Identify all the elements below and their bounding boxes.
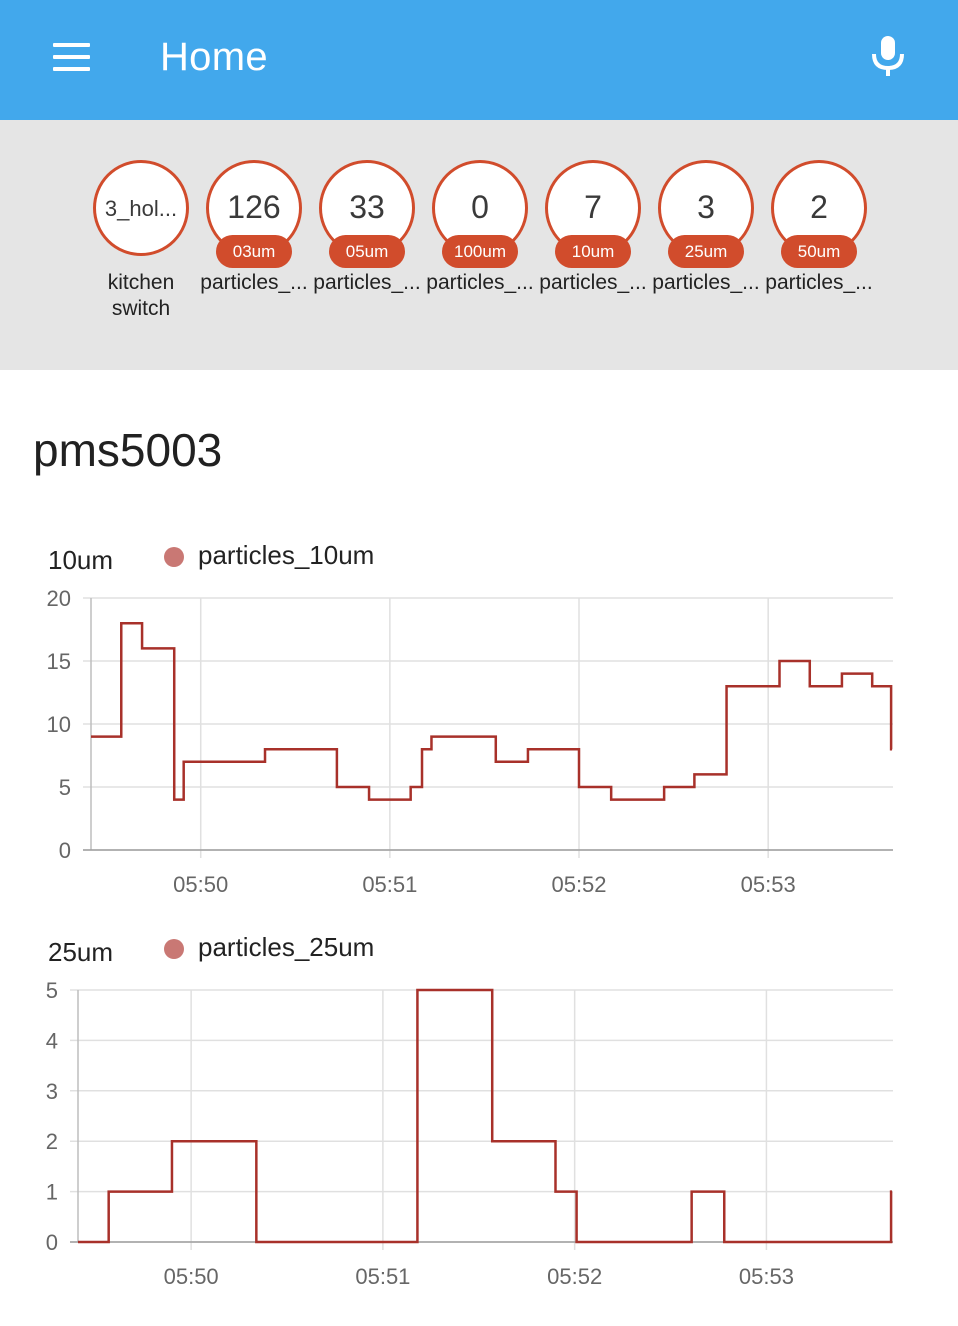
badge-value: 33	[349, 189, 385, 225]
badge-label: particles_...	[765, 271, 873, 294]
x-tick-label: 05:50	[173, 872, 228, 897]
badge-unit: 10um	[555, 235, 631, 268]
badge-unit: 03um	[216, 235, 292, 268]
badge-particles-50um[interactable]: 2 50um particles_...	[764, 160, 874, 296]
badge-value: 2	[810, 189, 828, 225]
page-title: Home	[160, 35, 268, 79]
badge-circle: 2 50um	[771, 160, 867, 268]
badge-label: particles_...	[652, 271, 760, 294]
badge-label: particles_...	[539, 271, 647, 294]
y-tick-label: 4	[46, 1028, 58, 1053]
badge-value: 7	[584, 189, 602, 225]
series-line	[78, 988, 893, 1244]
badge-particles-05um[interactable]: 33 05um particles_...	[312, 160, 422, 296]
y-tick-label: 3	[46, 1079, 58, 1104]
badge-particles-10um[interactable]: 7 10um particles_...	[538, 160, 648, 296]
badge-particles-100um[interactable]: 0 100um particles_...	[425, 160, 535, 296]
badges-bar: 3_hol... kitchen switch 126 03um particl…	[0, 120, 958, 370]
badge-label: particles_...	[426, 271, 534, 294]
y-tick-label: 5	[46, 978, 58, 1003]
badge-value: 3_hol...	[104, 196, 178, 221]
badge-circle: 3 25um	[658, 160, 754, 268]
series-line	[91, 621, 893, 801]
badge-label: particles_...	[200, 271, 308, 294]
x-tick-label: 05:52	[547, 1264, 602, 1289]
badge-particles-25um[interactable]: 3 25um particles_...	[651, 160, 761, 296]
x-tick-label: 05:50	[164, 1264, 219, 1289]
hamburger-menu-icon[interactable]	[42, 33, 102, 83]
card-title: pms5003	[33, 424, 223, 476]
badge-circle: 7 10um	[545, 160, 641, 268]
microphone-icon[interactable]	[858, 26, 918, 86]
x-tick-label: 05:53	[741, 872, 796, 897]
y-tick-label: 10	[47, 712, 71, 737]
badge-value: 0	[471, 189, 489, 225]
y-tick-label: 0	[59, 838, 71, 863]
x-tick-label: 05:52	[551, 872, 606, 897]
badge-label-text: kitchen switch	[107, 271, 175, 320]
history-card: pms5003 10um particles_10um 0 5 10 15 20 05:5…	[0, 370, 958, 1326]
badge-circle: 3_hol...	[93, 160, 189, 256]
badge-kitchen-switch[interactable]: 3_hol... kitchen switch	[86, 160, 196, 322]
badge-value: 126	[227, 189, 281, 225]
y-tick-label: 15	[47, 649, 71, 674]
x-tick-label: 05:51	[355, 1264, 410, 1289]
chart-particles-10um: 10um particles_10um 0 5 10 15 20 05:50 05:51 05…	[0, 520, 958, 900]
x-tick-label: 05:51	[362, 872, 417, 897]
badge-circle: 33 05um	[319, 160, 415, 268]
y-tick-label: 20	[47, 586, 71, 611]
badge-particles-03um[interactable]: 126 03um particles_...	[199, 160, 309, 296]
chart-plot: 0 5 10 15 20 05:50 05:51 05:52 05:53	[47, 586, 893, 897]
badge-unit: 25um	[668, 235, 744, 268]
badge-circle: 0 100um	[432, 160, 528, 268]
y-tick-label: 5	[59, 775, 71, 800]
y-tick-label: 2	[46, 1129, 58, 1154]
badge-circle: 126 03um	[206, 160, 302, 268]
badge-label: particles_...	[313, 271, 421, 294]
badge-unit: 50um	[781, 235, 857, 268]
badge-label: kitchen switch	[86, 270, 196, 322]
y-tick-label: 0	[46, 1230, 58, 1255]
app-bar: Home	[0, 0, 958, 120]
chart-plot: 0 1 2 3 4 5 05:50 05:51 05:52 05:53	[46, 978, 893, 1289]
x-tick-label: 05:53	[739, 1264, 794, 1289]
y-tick-label: 1	[46, 1180, 58, 1205]
badge-unit: 100um	[442, 235, 518, 268]
chart-particles-25um: 25um particles_25um 0 1 2 3 4 5 05:50 05:51 05:5…	[0, 912, 958, 1292]
badge-value: 3	[697, 189, 715, 225]
badge-unit: 05um	[329, 235, 405, 268]
